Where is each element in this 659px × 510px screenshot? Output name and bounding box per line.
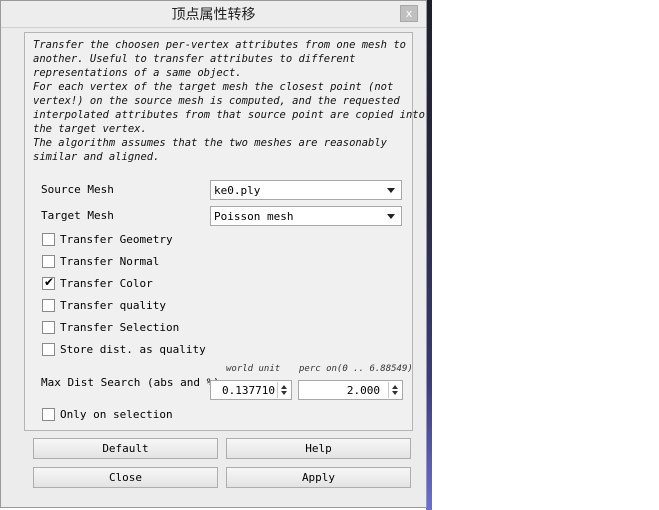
help-button[interactable]: Help xyxy=(226,438,411,459)
description-line: representations of a same object. xyxy=(33,67,242,79)
description-line: another. Useful to transfer attributes t… xyxy=(33,53,356,65)
percent-range-hint: perc on(0 .. 6.88549) xyxy=(299,364,413,374)
spin-buttons[interactable] xyxy=(388,382,401,398)
store-dist-quality-label: Store dist. as quality xyxy=(60,343,206,356)
only-selection-checkbox[interactable] xyxy=(42,408,55,421)
transfer-quality-label: Transfer quality xyxy=(60,299,166,312)
transfer-quality-checkbox[interactable] xyxy=(42,299,55,312)
filter-description: Transfer the choosen per-vertex attribut… xyxy=(33,38,425,164)
vertex-attribute-transfer-dialog: 顶点属性转移 x Transfer the choosen per-vertex… xyxy=(0,0,427,508)
description-line: the target vertex. xyxy=(33,123,147,135)
description-line: The algorithm assumes that the two meshe… xyxy=(33,137,388,149)
target-mesh-label: Target Mesh xyxy=(41,209,114,222)
close-icon[interactable]: x xyxy=(400,5,418,22)
transfer-geometry-checkbox[interactable] xyxy=(42,233,55,246)
transfer-color-label: Transfer Color xyxy=(60,277,153,290)
world-unit-hint: world unit xyxy=(226,364,281,374)
parameters-panel: Transfer the choosen per-vertex attribut… xyxy=(24,32,425,431)
max-dist-label: Max Dist Search (abs and %) xyxy=(41,376,220,389)
default-button[interactable]: Default xyxy=(33,438,218,459)
transfer-normal-checkbox[interactable] xyxy=(42,255,55,268)
close-button[interactable]: Close xyxy=(33,467,218,488)
only-selection-label: Only on selection xyxy=(60,408,173,421)
description-line: interpolated attributes from that source… xyxy=(33,109,425,121)
apply-button[interactable]: Apply xyxy=(226,467,411,488)
max-dist-world-value: 0.137710 xyxy=(222,384,275,397)
checkmark-icon: ✔ xyxy=(44,275,55,289)
max-dist-world-spinbox[interactable]: 0.137710 xyxy=(210,380,292,400)
transfer-color-checkbox[interactable]: ✔ xyxy=(42,275,55,290)
description-line: vertex!) on the source mesh is computed,… xyxy=(33,95,400,107)
dialog-title: 顶点属性转移 xyxy=(171,7,256,23)
max-dist-percent-value: 2.000 xyxy=(346,384,380,397)
chevron-down-icon xyxy=(387,214,395,219)
transfer-selection-checkbox[interactable] xyxy=(42,321,55,334)
max-dist-percent-spinbox[interactable]: 2.000 xyxy=(298,380,403,400)
chevron-down-icon xyxy=(387,188,395,193)
description-line: similar and aligned. xyxy=(33,151,160,163)
chevron-up-icon[interactable] xyxy=(281,385,287,389)
spin-buttons[interactable] xyxy=(277,382,290,398)
target-mesh-value: Poisson mesh xyxy=(214,210,294,223)
source-mesh-label: Source Mesh xyxy=(41,183,114,196)
chevron-down-icon[interactable] xyxy=(392,391,398,395)
source-mesh-value: ke0.ply xyxy=(214,184,261,197)
transfer-selection-label: Transfer Selection xyxy=(60,321,180,334)
title-bar[interactable]: 顶点属性转移 x xyxy=(1,1,426,28)
chevron-down-icon[interactable] xyxy=(281,391,287,395)
store-dist-quality-checkbox[interactable] xyxy=(42,343,55,356)
transfer-geometry-label: Transfer Geometry xyxy=(60,233,173,246)
chevron-up-icon[interactable] xyxy=(392,385,398,389)
description-line: Transfer the choosen per-vertex attribut… xyxy=(33,39,406,51)
source-mesh-select[interactable]: ke0.ply xyxy=(210,180,402,200)
target-mesh-select[interactable]: Poisson mesh xyxy=(210,206,402,226)
transfer-normal-label: Transfer Normal xyxy=(60,255,160,268)
description-line: For each vertex of the target mesh the c… xyxy=(33,81,394,93)
